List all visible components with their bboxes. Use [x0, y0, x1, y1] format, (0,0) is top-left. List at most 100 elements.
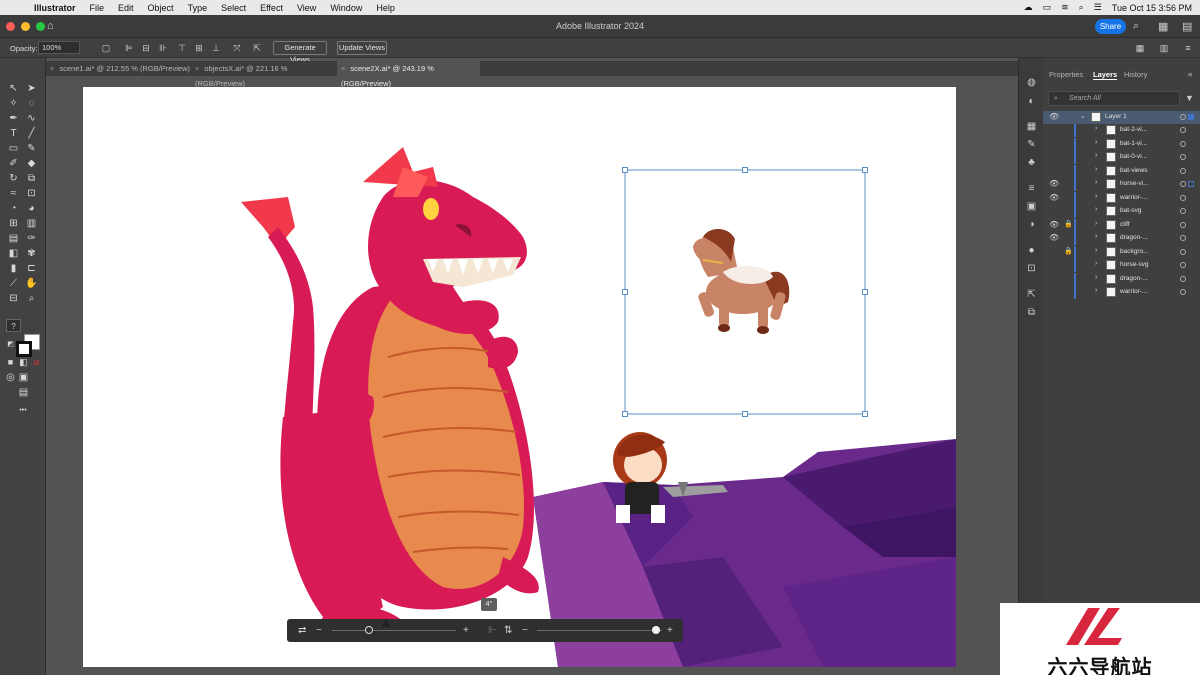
gradient-tool-icon[interactable]: ▤ — [7, 232, 20, 245]
pathfinder-icon[interactable]: ⧉ — [1025, 306, 1038, 319]
curvature-tool-icon[interactable]: ∿ — [25, 112, 38, 125]
sublayer-row[interactable]: 👁 🔒 › cliff — [1043, 218, 1200, 232]
align-right-icon[interactable]: ⊪ — [157, 42, 169, 54]
menu-object[interactable]: Object — [148, 3, 174, 13]
shape-builder-tool-icon[interactable]: ◔ — [7, 202, 20, 215]
menu-app[interactable]: Illustrator — [34, 3, 76, 13]
live-paint-tool-icon[interactable]: ◕ — [25, 202, 38, 215]
layer-row-layer-1[interactable]: 👁 ⌄ Layer 1 — [1043, 111, 1200, 124]
chevron-right-icon[interactable]: › — [1095, 260, 1097, 267]
transparency-icon[interactable]: ◑ — [1025, 218, 1038, 231]
sublayer-row[interactable]: › horse-svg — [1043, 259, 1200, 272]
zoom-tool-icon[interactable]: ⌕ — [25, 292, 38, 305]
gradient-panel-icon[interactable]: ▣ — [1025, 200, 1038, 213]
panel-menu-icon[interactable]: ≡ — [1188, 70, 1192, 79]
symbols-icon[interactable]: ♣ — [1025, 156, 1038, 169]
resize-handle[interactable] — [622, 411, 628, 417]
shaper-tool-icon[interactable]: ✐ — [7, 157, 20, 170]
layers-search-input[interactable]: ⌕ Search All — [1048, 91, 1180, 106]
sublayer-row[interactable]: › bat-views — [1043, 164, 1200, 178]
magic-wand-tool-icon[interactable]: ✧ — [7, 97, 20, 110]
selection-indicator[interactable] — [1188, 181, 1194, 187]
chevron-right-icon[interactable]: › — [1095, 247, 1097, 254]
close-tab-icon[interactable]: × — [50, 64, 54, 73]
mesh-tool-icon[interactable]: ▥ — [25, 217, 38, 230]
chevron-right-icon[interactable]: › — [1095, 139, 1097, 146]
screen-mode-icon[interactable]: ▣ — [17, 371, 30, 384]
increase-left-icon[interactable]: + — [463, 624, 469, 637]
visibility-eye-icon[interactable]: 👁 — [1049, 179, 1059, 188]
isolate-icon[interactable]: ⇱ — [251, 42, 263, 54]
spotlight-search-icon[interactable]: ⌕ — [1079, 2, 1084, 13]
target-icon[interactable] — [1180, 140, 1186, 147]
chevron-right-icon[interactable]: › — [1095, 274, 1097, 281]
menu-file[interactable]: File — [90, 3, 105, 13]
target-icon[interactable] — [1180, 262, 1186, 268]
eyedropper-tool-icon[interactable]: ✑ — [25, 232, 38, 245]
sublayer-row[interactable]: 🔒 › backgro... — [1043, 245, 1200, 259]
properties-toggle-icon[interactable]: ▥ — [1158, 42, 1170, 54]
change-screen-mode-icon[interactable]: ▤ — [17, 386, 30, 399]
lock-icon[interactable]: 🔒 — [1064, 220, 1073, 228]
rectangle-tool-icon[interactable]: ▭ — [7, 142, 20, 155]
align-top-icon[interactable]: ⊤ — [176, 42, 188, 54]
decrease-left-icon[interactable]: − — [316, 624, 322, 637]
artboard[interactable] — [83, 87, 956, 667]
resize-handle[interactable] — [862, 411, 868, 417]
sublayer-row[interactable]: › bat-svg — [1043, 205, 1200, 218]
graph-tool-icon[interactable]: ▮ — [7, 262, 20, 275]
resize-handle[interactable] — [862, 167, 868, 173]
chevron-right-icon[interactable]: › — [1095, 287, 1097, 294]
tab-layers[interactable]: Layers — [1093, 70, 1118, 80]
sublayer-name[interactable]: dragon-... — [1120, 234, 1148, 241]
transform-panel-icon[interactable]: ▦ — [1025, 120, 1038, 133]
chevron-right-icon[interactable]: › — [1095, 193, 1097, 200]
align-to-icon[interactable]: ▢ — [100, 42, 112, 54]
sublayer-row[interactable]: › dragon-... — [1043, 272, 1200, 286]
rotate-tool-icon[interactable]: ↻ — [7, 172, 20, 185]
transform-icon[interactable]: ⤧ — [231, 42, 243, 54]
resize-handle[interactable] — [862, 289, 868, 295]
sublayer-name[interactable]: bat-0-vi... — [1120, 153, 1147, 160]
selection-tool-icon[interactable]: ↖ — [7, 82, 20, 95]
sublayer-name[interactable]: warrior-... — [1120, 194, 1147, 201]
vertical-arrows-icon[interactable]: ⇅ — [504, 624, 512, 637]
tab-history[interactable]: History — [1124, 70, 1147, 79]
sublayer-name[interactable]: bat-views — [1120, 167, 1147, 174]
target-icon[interactable] — [1180, 181, 1186, 187]
type-tool-icon[interactable]: T — [7, 127, 20, 140]
gradient-mode-icon[interactable]: ◧ — [17, 356, 30, 369]
sublayer-row[interactable]: › warrior-... — [1043, 286, 1200, 299]
target-icon[interactable] — [1180, 208, 1186, 214]
brushes-icon[interactable]: ✎ — [1025, 138, 1038, 151]
sublayer-name[interactable]: bat-2-vi... — [1120, 126, 1147, 133]
arrange-documents-icon[interactable]: ▤ — [1182, 20, 1192, 33]
align-left-icon[interactable]: ⊫ — [123, 42, 135, 54]
stroke-swatch[interactable] — [16, 341, 32, 357]
workspace-icon[interactable]: ▦ — [1158, 20, 1168, 33]
target-icon[interactable] — [1180, 194, 1186, 201]
edit-toolbar-icon[interactable]: ••• — [14, 404, 32, 417]
free-transform-tool-icon[interactable]: ⊡ — [25, 187, 38, 200]
hand-tool-icon[interactable]: ✋ — [25, 277, 38, 290]
swap-icon[interactable]: ⇄ — [298, 624, 306, 637]
none-mode-icon[interactable]: ⧄ — [30, 356, 43, 369]
sublayer-row[interactable]: › bat-0-vi... — [1043, 151, 1200, 164]
visibility-eye-icon[interactable]: 👁 — [1049, 220, 1059, 229]
increase-right-icon[interactable]: + — [667, 624, 673, 637]
filter-icon[interactable]: ▼ — [1185, 93, 1194, 103]
left-slider-knob[interactable] — [365, 626, 374, 634]
target-icon[interactable] — [1180, 275, 1186, 282]
arrange-icon[interactable]: ▦ — [1134, 42, 1146, 54]
chevron-right-icon[interactable]: › — [1095, 152, 1097, 159]
target-icon[interactable] — [1180, 235, 1186, 241]
battery-icon[interactable]: ▭ — [1043, 2, 1052, 13]
resize-handle[interactable] — [742, 411, 748, 417]
align-horizontal-center-icon[interactable]: ⊟ — [140, 42, 152, 54]
generate-views-button[interactable]: Generate Views — [273, 41, 327, 64]
sublayer-name[interactable]: cliff — [1120, 221, 1130, 228]
lasso-tool-icon[interactable]: ◌ — [25, 97, 38, 110]
opacity-field[interactable]: 100% — [38, 41, 80, 54]
chevron-right-icon[interactable]: › — [1095, 206, 1097, 213]
close-tab-icon[interactable]: × — [195, 64, 199, 73]
